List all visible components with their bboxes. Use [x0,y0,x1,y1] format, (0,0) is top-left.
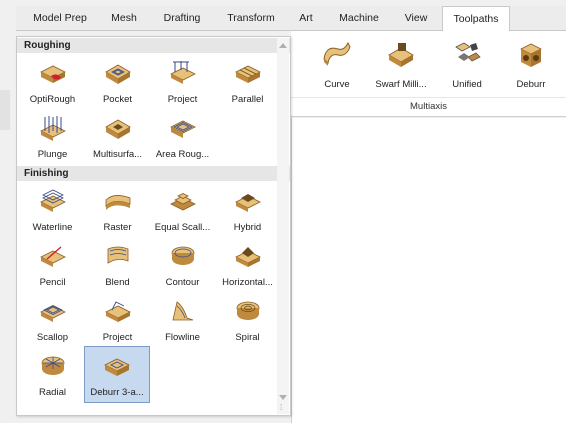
tab-toolpaths[interactable]: Toolpaths [442,6,510,32]
deburr-3-axis-button[interactable]: Deburr 3-a... [84,346,150,403]
hybrid-button[interactable]: Hybrid [215,182,280,237]
deburr-button[interactable]: Deburr [501,35,561,93]
spiral-label: Spiral [235,332,260,343]
raster-icon [105,195,130,210]
spiral-button[interactable]: Spiral [215,292,280,347]
unified-label: Unified [452,79,482,90]
swarf-milling-label: Swarf Milli... [375,79,427,90]
area-roughing-label: Area Roug... [155,149,210,160]
flowline-button[interactable]: Flowline [150,292,215,347]
area-roughing-button[interactable]: Area Roug... [150,109,215,164]
tab-view[interactable]: View [396,6,436,31]
swarf-milling-button[interactable]: Swarf Milli... [371,35,431,93]
pocket-button[interactable]: Pocket [85,54,150,109]
hybrid-icon [234,194,261,212]
scallop-label: Scallop [36,332,69,343]
radial-button[interactable]: Radial [20,347,85,402]
parallel-button[interactable]: Parallel [215,54,280,109]
swarf-milling-icon [388,43,414,67]
project-roughing-button[interactable]: Project [150,54,215,109]
project-finishing-label: Project [102,332,133,343]
contour-button[interactable]: Contour [150,237,215,292]
optirough-icon [39,65,66,83]
project-roughing-label: Project [167,94,198,105]
parallel-label: Parallel [231,94,264,105]
deburr-3-axis-icon [104,358,130,376]
deburr-3-axis-label: Deburr 3-a... [90,387,144,398]
contour-icon [171,246,194,265]
multiaxis-group: Curve Swarf Milli... Unified Deburr Mult… [291,31,566,117]
optirough-label: OptiRough [29,94,76,105]
contour-label: Contour [165,277,200,288]
scroll-down-icon[interactable] [279,395,287,400]
multisurface-label: Multisurfa... [92,149,143,160]
main-canvas[interactable] [291,118,566,423]
tab-drafting[interactable]: Drafting [152,6,212,31]
flowline-icon [172,301,193,321]
horizontal-icon [234,247,261,267]
plunge-icon [39,116,66,141]
blend-label: Blend [105,277,130,288]
project-finishing-button[interactable]: Project [85,292,150,347]
project-finish-icon [104,301,131,322]
ribbon-tab-bar: Model Prep Mesh Drafting Transform Art M… [16,6,566,32]
curve-icon [323,41,351,66]
tab-machine[interactable]: Machine [333,6,385,31]
scallop-button[interactable]: Scallop [20,292,85,347]
pencil-button[interactable]: Pencil [20,237,85,292]
deburr-icon [520,43,542,67]
waterline-icon [39,189,66,212]
curve-label: Curve [324,79,350,90]
tab-model-prep[interactable]: Model Prep [24,6,96,31]
raster-label: Raster [103,222,132,233]
equal-scallop-button[interactable]: Equal Scall... [150,182,215,237]
pencil-label: Pencil [39,277,66,288]
flowline-label: Flowline [165,332,200,343]
parallel-icon [234,65,261,83]
section-header-finishing: Finishing [17,166,290,181]
horizontal-label: Horizontal... [222,277,273,288]
raster-button[interactable]: Raster [85,182,150,237]
unified-button[interactable]: Unified [437,35,497,93]
radial-icon [41,356,64,375]
project-icon [169,61,196,84]
background-strip [0,90,10,130]
tab-transform[interactable]: Transform [219,6,283,31]
pocket-label: Pocket [102,94,133,105]
unified-icon [455,42,481,62]
pocket-icon [104,64,131,84]
scroll-up-icon[interactable] [279,43,287,48]
waterline-button[interactable]: Waterline [20,182,85,237]
blend-button[interactable]: Blend [85,237,150,292]
hybrid-label: Hybrid [233,222,262,233]
equal-scallop-icon [169,193,196,211]
toolpath-gallery: Roughing OptiRough Pocket Project Parall… [16,36,291,416]
area-roughing-icon [169,120,196,138]
equal-scallop-label: Equal Scall... [154,222,211,233]
spiral-icon [236,301,259,320]
multisurface-button[interactable]: Multisurfa... [85,109,150,164]
multiaxis-group-label: Multiaxis [291,97,566,115]
tab-art[interactable]: Art [291,6,321,31]
optirough-button[interactable]: OptiRough [20,54,85,109]
blend-icon [107,246,128,264]
resize-grip-icon[interactable]: ⁞ [280,404,282,412]
curve-button[interactable]: Curve [307,35,367,93]
tab-mesh[interactable]: Mesh [102,6,146,31]
section-header-roughing: Roughing [17,38,290,53]
gallery-scrollbar[interactable]: ⁞ [277,38,289,414]
multisurface-icon [104,119,131,139]
pencil-icon [39,246,66,267]
waterline-label: Waterline [32,222,73,233]
plunge-button[interactable]: Plunge [20,109,85,164]
scallop-icon [39,305,66,322]
deburr-label: Deburr [516,79,546,90]
radial-label: Radial [39,387,66,398]
horizontal-button[interactable]: Horizontal... [215,237,280,292]
plunge-label: Plunge [37,149,68,160]
